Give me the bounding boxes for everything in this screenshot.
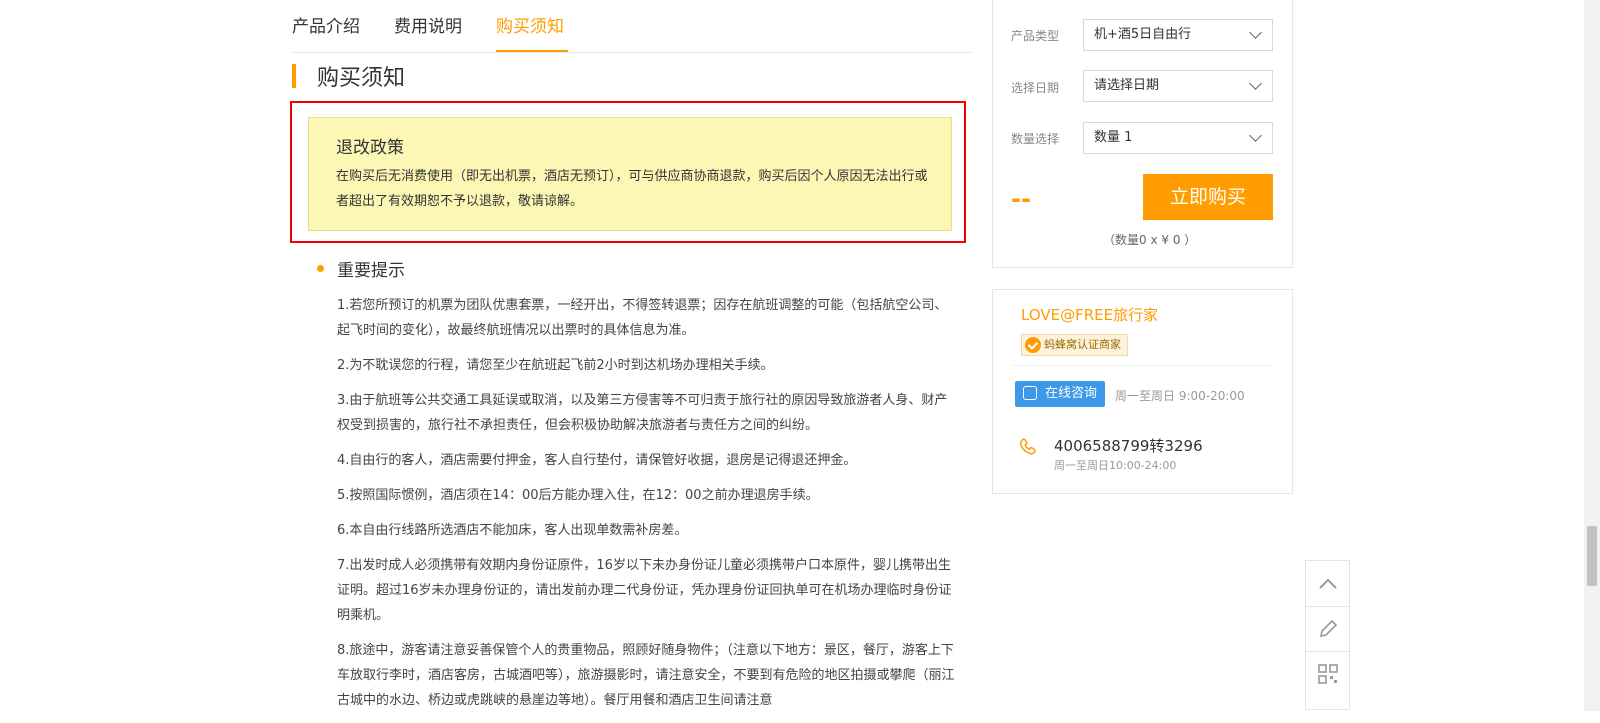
refund-policy-title: 退改政策: [336, 138, 404, 158]
verified-check-icon: [1025, 337, 1041, 353]
date-label: 选择日期: [1011, 81, 1060, 95]
tip-item: 2.为不耽误您的行程，请您至少在航班起飞前2小时到达机场办理相关手续。: [337, 358, 774, 373]
consult-hours: 周一至周日 9:00-20:00: [1115, 389, 1245, 403]
tab-bar: 产品介绍 费用说明 购买须知: [292, 0, 972, 53]
page-scrollbar[interactable]: [1584, 0, 1600, 711]
phone-number: 4006588799转3296: [1054, 437, 1203, 455]
tip-item: 1.若您所预订的机票为团队优惠套票，一经开出，不得签转退票；因存在航班调整的可能…: [337, 298, 948, 338]
chevron-down-icon: [1249, 77, 1262, 90]
product-type-select[interactable]: 机+酒5日自由行: [1083, 19, 1273, 51]
tip-item: 7.出发时成人必须携带有效期内身份证原件，16岁以下未办身份证儿童必须携带户口本…: [337, 558, 952, 623]
active-tab-indicator: [496, 50, 568, 52]
online-consult-label: 在线咨询: [1045, 386, 1098, 401]
tip-item: 3.由于航班等公共交通工具延误或取消，以及第三方侵害等不可归责于旅行社的原因导致…: [337, 393, 948, 433]
merchant-panel: LOVE@FREE旅行家 蚂蜂窝认证商家 在线咨询 周一至周日 9:00-20:…: [992, 289, 1293, 494]
buy-now-button[interactable]: 立即购买: [1143, 174, 1273, 220]
tip-item: 5.按照国际惯例，酒店须在14：00后方能办理入住，在12：00之前办理退房手续…: [337, 488, 819, 503]
merchant-name[interactable]: LOVE@FREE旅行家: [1021, 304, 1158, 325]
qr-code-icon: [1318, 664, 1338, 684]
date-select[interactable]: 请选择日期: [1083, 70, 1273, 102]
price-display: --: [1011, 185, 1031, 213]
divider: [1013, 365, 1272, 366]
phone-icon: [1019, 438, 1036, 455]
back-to-top-button[interactable]: [1306, 561, 1349, 607]
quantity-label: 数量选择: [1011, 132, 1060, 146]
qr-code-button[interactable]: [1306, 651, 1349, 696]
section-title: 购买须知: [317, 66, 406, 91]
phone-hours: 周一至周日10:00-24:00: [1054, 459, 1177, 472]
pencil-icon: [1319, 619, 1338, 638]
quantity-select[interactable]: 数量 1: [1083, 122, 1273, 154]
date-placeholder: 请选择日期: [1094, 78, 1160, 93]
floating-toolbar: [1305, 560, 1350, 710]
important-tips-title: 重要提示: [337, 261, 405, 281]
scrollbar-thumb[interactable]: [1587, 526, 1597, 586]
tab-fee-description[interactable]: 费用说明: [394, 12, 462, 37]
verified-merchant-badge: 蚂蜂窝认证商家: [1021, 334, 1128, 356]
chevron-down-icon: [1249, 129, 1262, 142]
verified-merchant-text: 蚂蜂窝认证商家: [1044, 338, 1121, 351]
tip-item: 8.旅途中，游客请注意妥善保管个人的贵重物品，照顾好随身物件；（注意以下地方：景…: [337, 643, 955, 708]
tab-product-intro[interactable]: 产品介绍: [292, 12, 360, 37]
feedback-button[interactable]: [1306, 606, 1349, 652]
bullet-icon: [317, 265, 324, 272]
chat-face-icon: [1023, 386, 1037, 400]
quantity-summary: （数量0 x ¥ 0 ）: [1103, 233, 1197, 247]
online-consult-button[interactable]: 在线咨询: [1015, 381, 1106, 407]
chevron-down-icon: [1249, 26, 1262, 39]
tip-item: 6.本自由行线路所选酒店不能加床，客人出现单数需补房差。: [337, 523, 688, 538]
booking-panel: 产品类型 机+酒5日自由行 选择日期 请选择日期 数量选择 数量 1 -- 立即…: [992, 0, 1293, 268]
section-title-marker: [292, 64, 296, 88]
quantity-value: 数量 1: [1094, 130, 1133, 145]
chevron-up-icon: [1319, 578, 1337, 589]
product-type-label: 产品类型: [1011, 29, 1060, 43]
refund-policy-text: 在购买后无消费使用（即无出机票，酒店无预订），可与供应商协商退款，购买后因个人原…: [336, 169, 928, 209]
tab-purchase-notes[interactable]: 购买须知: [496, 12, 564, 37]
important-tips-list: 1.若您所预订的机票为团队优惠套票，一经开出，不得签转退票；因存在航班调整的可能…: [337, 293, 957, 723]
product-type-value: 机+酒5日自由行: [1094, 27, 1192, 42]
tip-item: 4.自由行的客人，酒店需要付押金，客人自行垫付，请保管好收据，退房是记得退还押金…: [337, 453, 857, 468]
